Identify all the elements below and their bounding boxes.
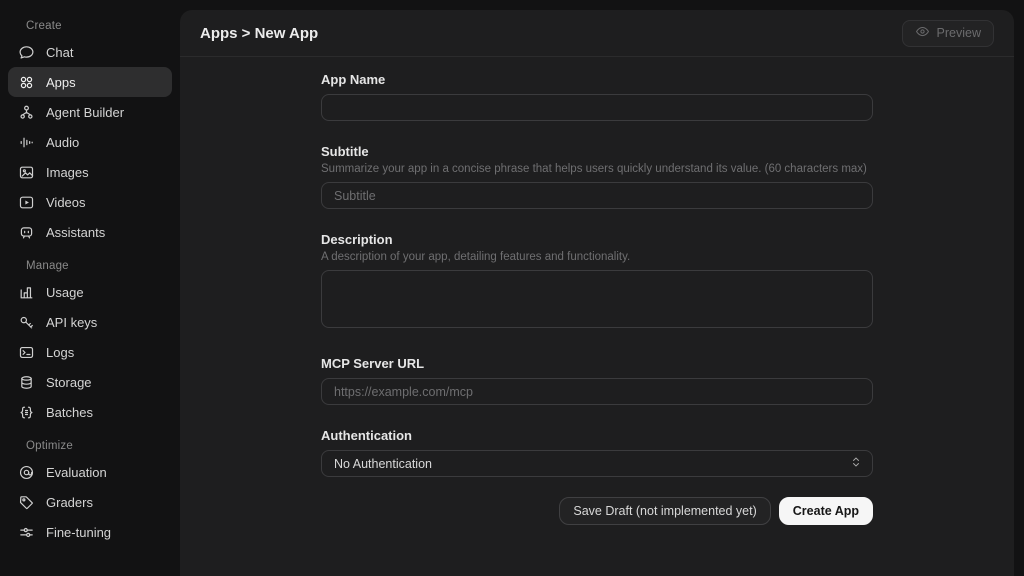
- sidebar: Create Chat Apps Agent Builder Audio Images Vi…: [0, 0, 180, 576]
- sidebar-item-label: Fine-tuning: [46, 524, 112, 540]
- sidebar-item-label: Assistants: [46, 224, 106, 240]
- sidebar-item-label: Apps: [46, 74, 76, 90]
- chat-icon: [18, 44, 35, 61]
- sidebar-item-api-keys[interactable]: API keys: [8, 307, 172, 337]
- sidebar-item-label: Graders: [46, 494, 93, 510]
- sidebar-item-graders[interactable]: Graders: [8, 487, 172, 517]
- sidebar-item-logs[interactable]: Logs: [8, 337, 172, 367]
- preview-button-label: Preview: [936, 26, 981, 40]
- sidebar-item-chat[interactable]: Chat: [8, 37, 172, 67]
- description-field-group: Description A description of your app, d…: [321, 232, 873, 333]
- sidebar-section-label-manage: Manage: [26, 260, 69, 272]
- sidebar-section-label-optimize: Optimize: [26, 440, 73, 452]
- sidebar-item-label: API keys: [46, 314, 98, 330]
- logs-icon: [18, 344, 35, 361]
- main-panel: Apps > New App Preview App Name Subtitle…: [180, 10, 1014, 576]
- batches-icon: [18, 404, 35, 421]
- description-helper-text: A description of your app, detailing fea…: [321, 251, 631, 263]
- evaluation-icon: [18, 464, 35, 481]
- subtitle-input[interactable]: [321, 182, 873, 209]
- api-keys-icon: [18, 314, 35, 331]
- preview-button[interactable]: Preview: [901, 19, 994, 47]
- sidebar-item-label: Batches: [46, 404, 93, 420]
- new-app-form: App Name Subtitle Summarize your app in …: [321, 57, 873, 525]
- sidebar-item-label: Images: [46, 164, 89, 180]
- usage-icon: [18, 284, 35, 301]
- videos-icon: [18, 194, 35, 211]
- sidebar-item-apps[interactable]: Apps: [8, 67, 172, 97]
- sidebar-item-videos[interactable]: Videos: [8, 187, 172, 217]
- subtitle-field-group: Subtitle Summarize your app in a concise…: [321, 144, 873, 209]
- eye-icon: [915, 24, 930, 42]
- sidebar-item-label: Usage: [46, 284, 84, 300]
- app-name-field-group: App Name: [321, 72, 873, 121]
- panel-header: Apps > New App Preview: [180, 10, 1014, 57]
- graders-icon: [18, 494, 35, 511]
- authentication-field-group: Authentication No Authentication: [321, 428, 873, 477]
- authentication-label: Authentication: [321, 428, 412, 443]
- sidebar-item-label: Audio: [46, 134, 80, 150]
- description-textarea[interactable]: [321, 270, 873, 328]
- sidebar-item-batches[interactable]: Batches: [8, 397, 172, 427]
- subtitle-label: Subtitle: [321, 144, 369, 159]
- sidebar-item-audio[interactable]: Audio: [8, 127, 172, 157]
- audio-icon: [18, 134, 35, 151]
- assistants-icon: [18, 224, 35, 241]
- chevron-up-down-icon: [850, 456, 862, 471]
- description-label: Description: [321, 232, 393, 247]
- sidebar-item-label: Storage: [46, 374, 92, 390]
- create-app-button[interactable]: Create App: [778, 497, 873, 525]
- save-draft-button[interactable]: Save Draft (not implemented yet): [559, 497, 771, 525]
- sidebar-item-agent-builder[interactable]: Agent Builder: [8, 97, 172, 127]
- sidebar-section-label-create: Create: [26, 20, 62, 32]
- sidebar-item-label: Chat: [46, 44, 74, 60]
- breadcrumb: Apps > New App: [200, 24, 319, 42]
- app-name-input[interactable]: [321, 94, 873, 121]
- agent-builder-icon: [18, 104, 35, 121]
- app-name-label: App Name: [321, 72, 386, 87]
- sidebar-item-images[interactable]: Images: [8, 157, 172, 187]
- form-actions: Save Draft (not implemented yet) Create …: [321, 497, 873, 525]
- sidebar-item-label: Logs: [46, 344, 75, 360]
- sidebar-item-label: Evaluation: [46, 464, 107, 480]
- authentication-select[interactable]: No Authentication: [321, 450, 873, 477]
- sidebar-item-assistants[interactable]: Assistants: [8, 217, 172, 247]
- subtitle-helper-text: Summarize your app in a concise phrase t…: [321, 163, 867, 175]
- sidebar-item-usage[interactable]: Usage: [8, 277, 172, 307]
- authentication-selected-value: No Authentication: [334, 456, 432, 471]
- images-icon: [18, 164, 35, 181]
- apps-icon: [18, 74, 35, 91]
- sidebar-item-label: Videos: [46, 194, 86, 210]
- sidebar-item-evaluation[interactable]: Evaluation: [8, 457, 172, 487]
- fine-tuning-icon: [18, 524, 35, 541]
- sidebar-item-label: Agent Builder: [46, 104, 125, 120]
- sidebar-item-storage[interactable]: Storage: [8, 367, 172, 397]
- storage-icon: [18, 374, 35, 391]
- sidebar-item-fine-tuning[interactable]: Fine-tuning: [8, 517, 172, 547]
- mcp-url-label: MCP Server URL: [321, 356, 425, 371]
- mcp-url-field-group: MCP Server URL: [321, 356, 873, 405]
- mcp-url-input[interactable]: [321, 378, 873, 405]
